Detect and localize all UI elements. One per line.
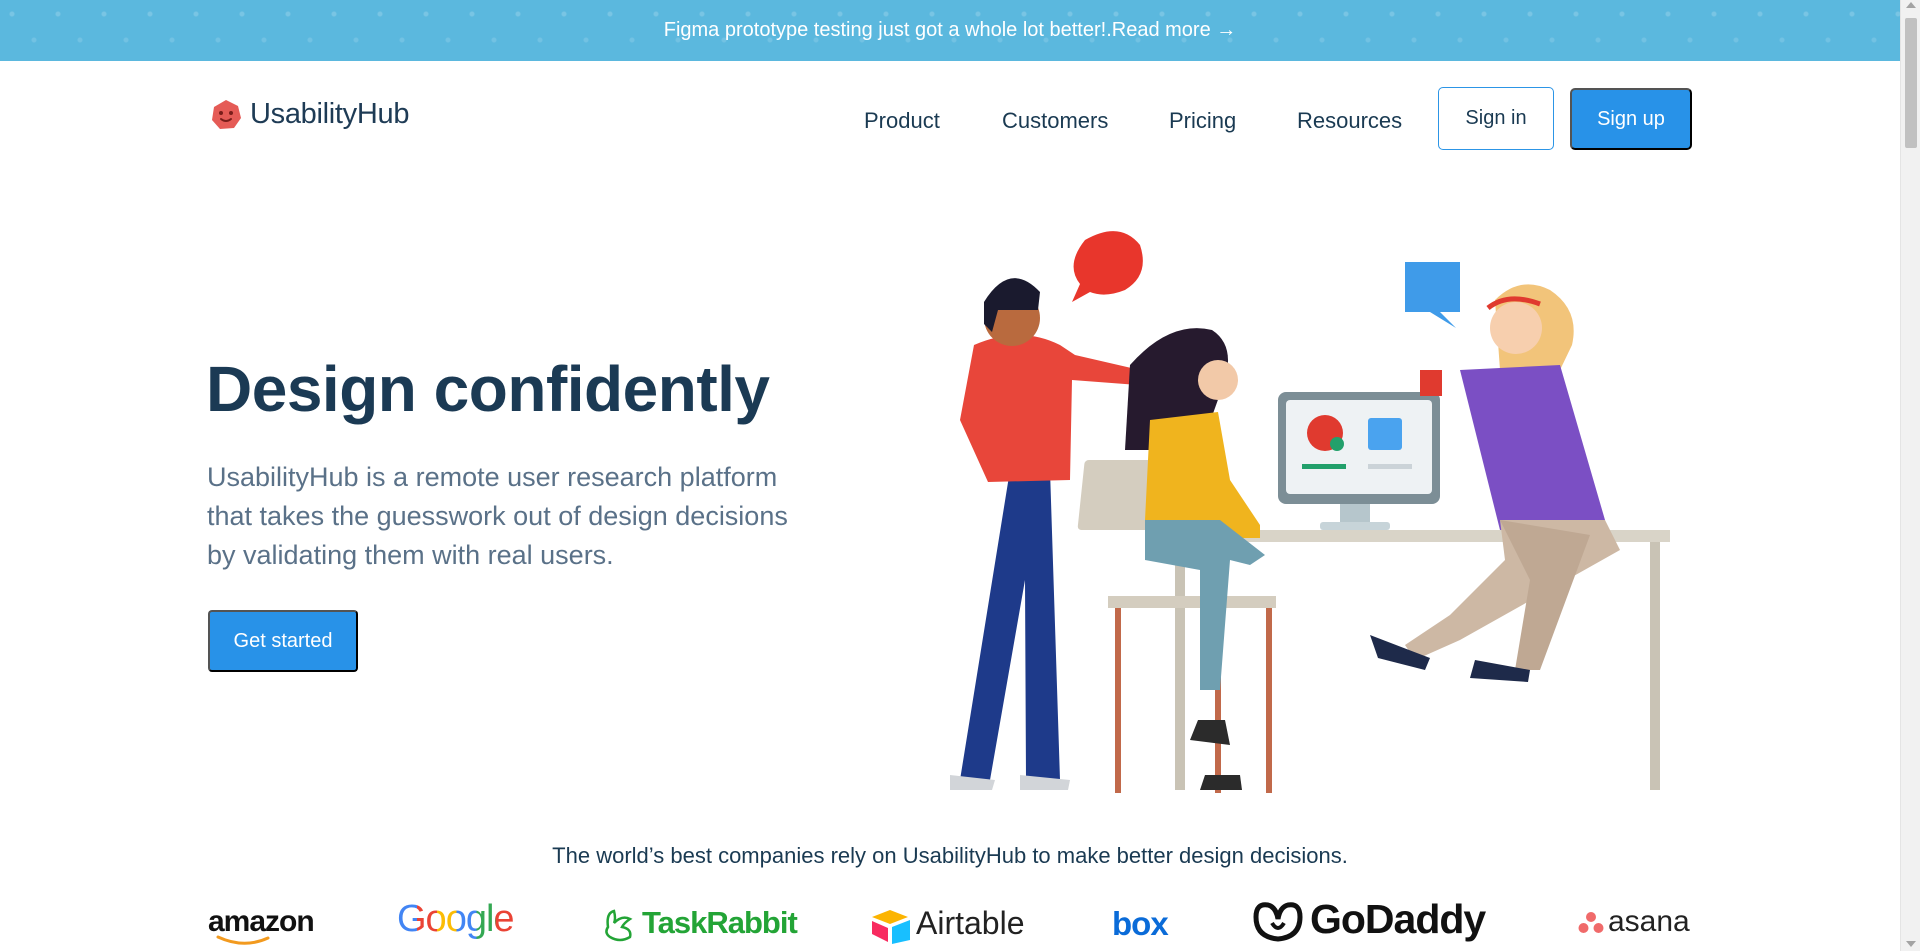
box-logo: box: [1112, 905, 1169, 943]
sign-up-button[interactable]: Sign up: [1570, 88, 1692, 150]
godaddy-logo-text: GoDaddy: [1310, 896, 1486, 942]
announcement-banner: Figma prototype testing just got a whole…: [0, 0, 1900, 61]
banner-text: Figma prototype testing just got a whole…: [663, 19, 1112, 41]
godaddy-logo: GoDaddy: [1250, 896, 1486, 945]
taskrabbit-logo: TaskRabbit: [600, 905, 798, 943]
nav-resources[interactable]: Resources: [1297, 108, 1402, 134]
logo-text: UsabilityHub: [250, 98, 410, 130]
asana-logo: asana: [1578, 905, 1690, 939]
google-logo-text: Google: [397, 898, 515, 940]
scrollbar-thumb[interactable]: [1905, 18, 1917, 148]
page-scrollbar[interactable]: [1900, 0, 1920, 951]
amazon-smile-icon: [216, 935, 270, 945]
companies-tagline: The world’s best companies rely on Usabi…: [552, 843, 1348, 868]
asana-icon: [1578, 912, 1604, 934]
team-collaboration-illustration: [950, 231, 1670, 793]
rabbit-icon: [605, 909, 633, 942]
nav-pricing[interactable]: Pricing: [1169, 108, 1236, 134]
airtable-icon: [872, 909, 910, 944]
airtable-logo: Airtable: [870, 905, 1025, 944]
amazon-logo: amazon: [208, 905, 315, 945]
box-logo-text: box: [1112, 905, 1169, 942]
nav-customers[interactable]: Customers: [1002, 108, 1108, 134]
taskrabbit-logo-text: TaskRabbit: [642, 905, 798, 940]
google-logo: Google: [397, 898, 515, 941]
godaddy-icon: [1253, 902, 1303, 942]
scroll-up-arrow-icon[interactable]: [1906, 2, 1916, 8]
nav-product[interactable]: Product: [864, 108, 940, 134]
airtable-logo-text: Airtable: [916, 905, 1025, 941]
amazon-logo-text: amazon: [208, 905, 315, 938]
sign-in-button[interactable]: Sign in: [1438, 87, 1554, 150]
hero-description: UsabilityHub is a remote user research p…: [207, 462, 788, 570]
logo-link[interactable]: UsabilityHub: [210, 98, 409, 131]
usabilityhub-logo-icon: [212, 99, 241, 129]
scroll-down-arrow-icon[interactable]: [1906, 941, 1916, 947]
get-started-button[interactable]: Get started: [208, 610, 358, 672]
hero-title: Design confidently: [206, 353, 770, 425]
asana-logo-text: asana: [1608, 905, 1690, 938]
read-more-link[interactable]: Read more →: [1112, 19, 1237, 42]
